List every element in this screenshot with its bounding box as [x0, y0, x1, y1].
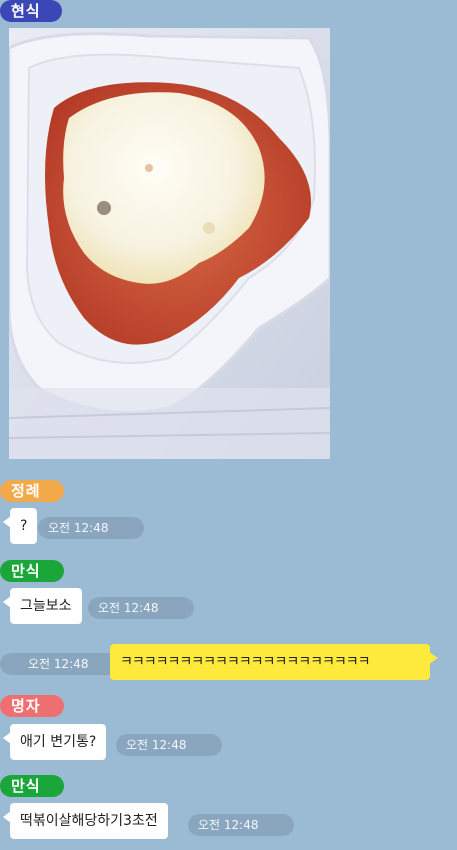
message-timestamp: 오전 12:48 — [88, 597, 194, 619]
message-timestamp: 오전 12:48 — [116, 734, 222, 756]
chat-bubble[interactable]: 그늘보소 — [3, 588, 82, 624]
food-photo-image — [9, 28, 330, 459]
sender-name-myeongja[interactable]: 명자 — [0, 695, 64, 717]
sender-name-mansik[interactable]: 만식 — [0, 560, 64, 582]
message-timestamp: 오전 12:48 — [38, 517, 144, 539]
sender-name-hyunsik[interactable]: 현식 — [0, 0, 62, 22]
chat-bubble-mine[interactable]: ㅋㅋㅋㅋㅋㅋㅋㅋㅋㅋㅋㅋㅋㅋㅋㅋㅋㅋㅋㅋㅋ — [110, 644, 438, 680]
sender-name-jeongrye[interactable]: 정례 — [0, 480, 64, 502]
sender-name-mansik[interactable]: 만식 — [0, 775, 64, 797]
message-timestamp: 오전 12:48 — [188, 814, 294, 836]
chat-bubble[interactable]: 애기 변기통? — [2, 724, 107, 760]
chat-bubble[interactable]: ? — [2, 508, 38, 544]
food-photo[interactable] — [9, 28, 330, 459]
chat-bubble[interactable]: 떡볶이살해당하기3초전 — [3, 803, 168, 839]
